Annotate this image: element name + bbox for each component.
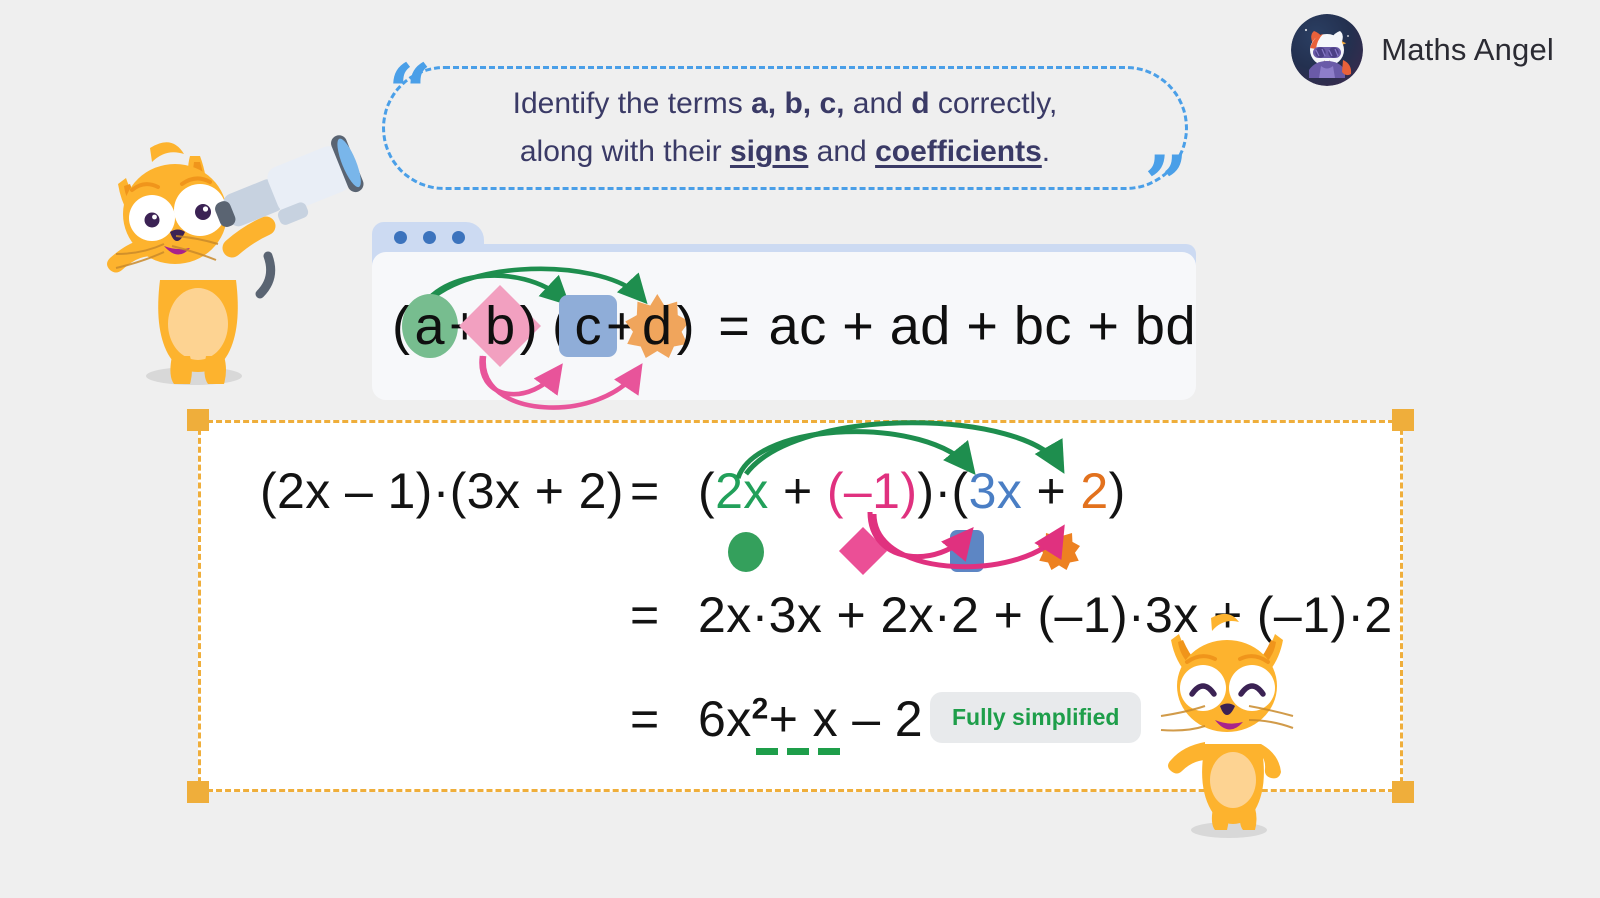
term-b-label: b [485, 296, 516, 356]
expression-simplified: 6x2+ x – 2 [698, 690, 923, 748]
equals-sign-3: = [630, 691, 660, 747]
l1-term-3x: 3x [968, 463, 1023, 519]
brand-header: Maths Angel [1291, 14, 1554, 86]
quote-close-icon: ” [1144, 139, 1188, 228]
l1-paren-open-2: ( [951, 463, 969, 519]
term-a-label: a [414, 296, 446, 356]
instruction-line-1: Identify the terms a, b, c, and d correc… [513, 80, 1058, 128]
legend-square-blue-icon [950, 530, 984, 572]
like-terms-underline [756, 748, 840, 755]
legend-star-orange-icon [1038, 528, 1080, 570]
l1-dot: · [934, 463, 952, 519]
instruction-line-2: along with their signs and coefficients. [520, 128, 1050, 176]
term-d: d [625, 294, 690, 358]
instr-2-signs: signs [729, 135, 809, 168]
instr-2-post: . [1041, 135, 1051, 168]
card-body: ( a + b ) ( c + d ) = ac + ad + bc + bd [372, 252, 1196, 410]
foil-formula-card: ( a + b ) ( c + d ) = ac + ad + bc + bd [372, 222, 1196, 410]
instruction-callout: Identify the terms a, b, c, and d correc… [370, 54, 1200, 222]
instr-1-bold-d: d [911, 87, 930, 120]
expression-signed: (2x + (–1))·(3x + 2) [698, 462, 1126, 520]
slide-canvas: Maths Angel Identify the terms a, b, c, … [0, 0, 1600, 898]
equals-sign-1: = [630, 463, 660, 519]
cat-with-telescope-mascot [107, 135, 364, 385]
underline-dash-3 [818, 748, 840, 755]
l3-rest: + x – 2 [768, 691, 923, 747]
instr-1-mid: and [844, 87, 912, 120]
foil-equals: = [718, 296, 751, 356]
instr-2-mid: and [808, 135, 876, 168]
window-dot-1 [394, 231, 407, 244]
underline-dash-2 [787, 748, 809, 755]
equals-sign-2: = [630, 587, 660, 643]
l1-term-2x: 2x [715, 463, 769, 519]
l1-plus-2: + [1036, 463, 1067, 519]
l1-term-neg1: (–1) [826, 463, 918, 519]
l1-plus-1: + [782, 463, 813, 519]
instr-1-post: correctly, [929, 87, 1058, 120]
legend-circle-green-icon [728, 532, 764, 572]
l1-paren-close-2: ) [1108, 463, 1126, 519]
foil-equation: ( a + b ) ( c + d ) = ac + ad + bc + bd [372, 252, 1196, 400]
term-d-label: d [642, 296, 673, 356]
window-dot-3 [452, 231, 465, 244]
foil-expansion: ac + ad + bc + bd [768, 296, 1196, 356]
quote-open-icon: “ [388, 47, 432, 136]
l1-paren-open: ( [698, 463, 716, 519]
instruction-box: Identify the terms a, b, c, and d correc… [382, 66, 1188, 190]
l3-exponent: 2 [751, 692, 769, 726]
l1-term-2: 2 [1080, 463, 1109, 519]
window-dot-2 [423, 231, 436, 244]
card-window-dots [394, 231, 465, 244]
underline-dash-1 [756, 748, 778, 755]
term-b: b [459, 284, 542, 368]
legend-diamond-pink-icon [838, 526, 888, 576]
instr-2-coefficients: coefficients [875, 135, 1042, 168]
brand-name: Maths Angel [1381, 32, 1554, 67]
status-badge: Fully simplified [930, 692, 1142, 743]
instr-1-bold-abc: a, b, c, [751, 87, 845, 120]
l1-paren-close: ) [917, 463, 935, 519]
paren-close-1: ) [519, 296, 539, 356]
term-a: a [401, 294, 458, 358]
term-c-label: c [574, 296, 602, 356]
paren-close-2: ) [676, 296, 696, 356]
astronaut-cat-logo-icon [1291, 14, 1364, 86]
expression-original: (2x – 1)·(3x + 2) [260, 463, 624, 519]
instr-2-pre: along with their [519, 135, 730, 168]
l3-coefficient: 6x [698, 691, 752, 747]
happy-cat-mascot [1160, 613, 1294, 838]
term-c: c [559, 295, 618, 357]
instr-1-pre: Identify the terms [512, 87, 752, 120]
